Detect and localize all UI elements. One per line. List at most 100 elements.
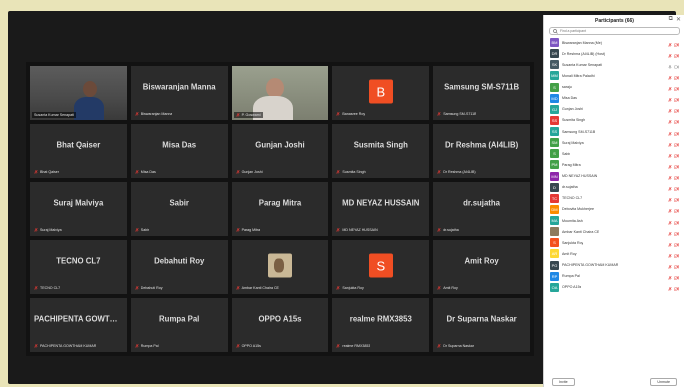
participant-row[interactable]: SS Susmita Singh — [544, 115, 684, 126]
participant-row[interactable]: OA OPPO A15s — [544, 282, 684, 293]
participant-tile[interactable]: realme RMX3853 realme RMX3853 — [332, 298, 430, 352]
participant-avatar: D — [550, 182, 559, 192]
participant-tile[interactable]: Ambar Kanti Chaira CE — [231, 240, 329, 294]
participant-row[interactable]: AR Amit Roy — [544, 248, 684, 259]
participant-avatar: RP — [550, 271, 559, 281]
mic-muted-icon — [336, 344, 341, 348]
participant-name: Misa Das — [562, 96, 577, 101]
tile-display-name: Samsung SM-S711B — [444, 82, 520, 92]
search-input[interactable] — [560, 29, 670, 33]
participant-name: Susanta Kumar Senapati — [562, 62, 602, 67]
invite-button[interactable]: Invite — [552, 377, 575, 386]
participant-tile[interactable]: P. Goswami — [231, 66, 329, 120]
participant-row[interactable]: MM Monali Mitra Paladhi — [544, 70, 684, 81]
participant-name: MD NEYAZ HUSSAIN — [562, 174, 598, 179]
participant-row[interactable]: GJ Gunjan Joshi — [544, 104, 684, 115]
participant-name: Suraj Malviya — [562, 140, 584, 145]
unmute-button[interactable]: Unmute — [650, 377, 677, 386]
tile-name-label: Bhat Qaiser — [34, 170, 59, 174]
participant-row[interactable]: S Sanjukta Roy — [544, 237, 684, 248]
participant-name: TECNO CL7 — [562, 196, 583, 201]
participant-tile[interactable]: Amit Roy Amit Roy — [433, 240, 530, 294]
tile-label-text: Susanta Kumar Senapati — [34, 113, 74, 117]
participant-row[interactable]: SM Suraj Malviya — [544, 137, 684, 148]
participant-list: BM Biswaranjan Manna (Me) DR Dr Reshma (AI4… — [544, 37, 684, 293]
tile-display-name: Biswaranjan Manna — [142, 82, 216, 92]
participant-row[interactable]: PM Parag Mitra — [544, 159, 684, 170]
participant-tile[interactable]: Susanta Kumar Senapati — [30, 66, 127, 120]
participant-tile[interactable]: Samsung SM-S711B Samsung SM-S711B — [433, 66, 530, 120]
participant-row[interactable]: DR Dr Reshma (AI4LIB) (Host) — [544, 48, 684, 59]
tile-display-name: Rumpa Pal — [159, 314, 200, 324]
tile-label-text: Gunjan Joshi — [241, 170, 263, 174]
participant-row[interactable]: PG PACHIPENTA GOWTHAM KUMAR — [544, 260, 684, 271]
participant-name: Biswaranjan Manna (Me) — [562, 40, 602, 45]
initial-avatar: B — [368, 79, 393, 104]
participant-tile[interactable]: Rumpa Pal Rumpa Pal — [130, 298, 228, 352]
participant-tile[interactable]: MD NEYAZ HUSSAIN MD NEYAZ HUSSAIN — [332, 182, 430, 236]
participant-name: Sanjukta Roy — [562, 240, 584, 245]
participant-tile[interactable]: Sabir Sabir — [130, 182, 228, 236]
participant-row[interactable]: RP Rumpa Pal — [544, 271, 684, 282]
participant-tile[interactable]: Suraj Malviya Suraj Malviya — [30, 182, 127, 236]
participant-tile[interactable]: Gunjan Joshi Gunjan Joshi — [231, 124, 329, 178]
tile-name-label: Sanjukta Roy — [336, 286, 364, 290]
participant-tile[interactable]: Dr Reshma (AI4LIB) Dr Reshma (AI4LIB) — [433, 124, 530, 178]
participant-row[interactable]: TC TECNO CL7 — [544, 193, 684, 204]
participant-tile[interactable]: dr.sujatha dr.sujatha — [433, 182, 530, 236]
participant-row[interactable]: BM Biswaranjan Manna (Me) — [544, 37, 684, 48]
close-icon[interactable]: ✕ — [676, 16, 681, 23]
participant-tile[interactable]: Biswaranjan Manna Biswaranjan Manna — [130, 66, 228, 120]
participant-row[interactable]: SS Samsung SM-S711B — [544, 126, 684, 137]
tile-name-label: dr.sujatha — [437, 228, 459, 232]
participant-tile[interactable]: Dr Suparna Naskar Dr Suparna Naskar — [433, 298, 530, 352]
participant-search[interactable] — [549, 27, 680, 35]
participant-row[interactable]: Ambar Kanti Chaira CE — [544, 226, 684, 237]
participant-tile[interactable]: PACHIPENTA GOWTHAM K... PACHIPENTA GOWTHA… — [30, 298, 127, 352]
participant-name: PACHIPENTA GOWTHAM KUMAR — [562, 263, 619, 268]
video-gallery: Susanta Kumar Senapati Biswaranjan Manna B… — [26, 62, 534, 356]
participant-tile[interactable]: S Sanjukta Roy — [332, 240, 430, 294]
mic-muted-icon — [235, 113, 240, 117]
participant-tile[interactable]: Misa Das Misa Das — [130, 124, 228, 178]
participant-row[interactable]: MN MD NEYAZ HUSSAIN — [544, 171, 684, 182]
mic-muted-icon — [336, 228, 341, 232]
panel-title: Participants (66) — [595, 17, 634, 24]
participant-row[interactable]: S Sabir — [544, 148, 684, 159]
tile-display-name: MD NEYAZ HUSSAIN — [342, 198, 420, 208]
mic-muted-icon — [235, 228, 240, 232]
mic-muted-icon — [34, 344, 38, 348]
participant-avatar: S — [550, 82, 559, 92]
participant-row[interactable]: MD Misa Das — [544, 93, 684, 104]
mic-muted-icon — [34, 170, 38, 174]
popout-icon[interactable]: ⧉ — [669, 16, 673, 23]
participant-tile[interactable]: Parag Mitra Parag Mitra — [231, 182, 329, 236]
tile-name-label: Rumpa Pal — [135, 344, 159, 348]
tile-display-name: Gunjan Joshi — [255, 140, 305, 150]
participant-name: Parag Mitra — [562, 162, 581, 167]
mic-muted-icon — [235, 344, 240, 348]
mic-muted-icon — [34, 286, 38, 290]
mic-muted-icon — [235, 286, 240, 290]
participant-avatar: BM — [550, 38, 559, 48]
participant-tile[interactable]: TECNO CL7 TECNO CL7 — [30, 240, 127, 294]
participant-row[interactable]: Ddr.sujatha — [544, 182, 684, 193]
participant-row[interactable]: DM Debovita Mukherjee — [544, 204, 684, 215]
participant-tile[interactable]: Bhat Qaiser Bhat Qaiser — [30, 124, 127, 178]
participant-tile[interactable]: OPPO A15s OPPO A15s — [231, 298, 329, 352]
participant-tile[interactable]: B Banasree Roy — [332, 66, 430, 120]
participant-row[interactable]: MA Moumita Ash — [544, 215, 684, 226]
tile-name-label: P. Goswami — [233, 112, 263, 118]
participant-row[interactable]: Ssaraju — [544, 82, 684, 93]
tile-label-text: Parag Mitra — [241, 228, 261, 232]
tile-display-name: Misa Das — [162, 140, 197, 150]
participant-tile[interactable]: Debahuti Roy Debahuti Roy — [130, 240, 228, 294]
tile-name-label: Susanta Kumar Senapati — [32, 112, 76, 118]
participant-row[interactable]: SK Susanta Kumar Senapati — [544, 59, 684, 70]
gallery-grid: Susanta Kumar Senapati Biswaranjan Manna B… — [30, 66, 530, 352]
participant-name: Monali Mitra Paladhi — [562, 73, 595, 78]
tile-name-label: Parag Mitra — [235, 228, 261, 232]
participant-tile[interactable]: Susmita Singh Susmita Singh — [332, 124, 430, 178]
tile-name-label: realme RMX3853 — [336, 344, 370, 348]
mic-muted-icon — [135, 112, 139, 116]
